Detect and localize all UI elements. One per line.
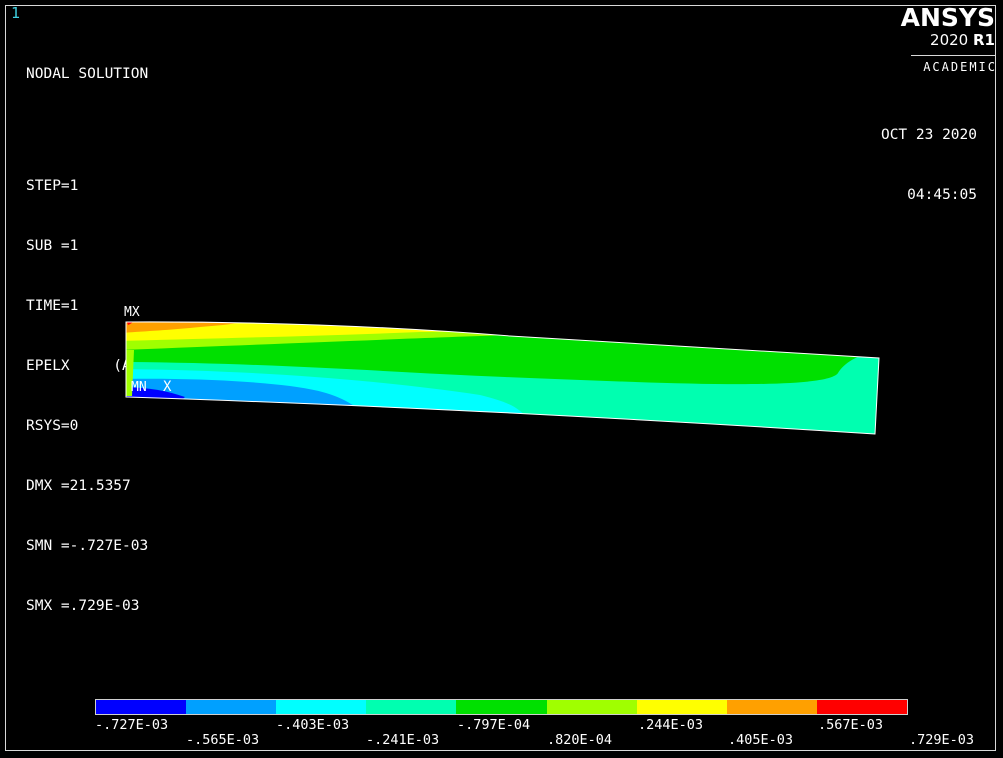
legend-swatch [186,700,277,714]
legend-label: .244E-03 [638,717,704,733]
legend-swatch [456,700,547,714]
contour-legend-bar [95,699,908,715]
legend-swatch [276,700,367,714]
legend-label: -.565E-03 [186,732,260,748]
graphics-window[interactable]: 1 NODAL SOLUTION STEP=1 SUB =1 TIME=1 EP… [0,0,1003,758]
legend-swatch [366,700,457,714]
legend-label: -.797E-04 [457,717,531,733]
legend-swatch [96,700,187,714]
legend-label: -.727E-03 [95,717,169,733]
legend-label: -.403E-03 [276,717,350,733]
legend-label: -.241E-03 [366,732,440,748]
band-blue [126,387,185,434]
contour-plot[interactable]: MX MN X [0,0,1003,758]
min-marker: MN [131,380,147,395]
x-axis-marker: X [163,379,172,395]
legend-label: .567E-03 [818,717,884,733]
legend-label: .405E-03 [728,732,794,748]
band-yellow [126,321,879,341]
legend-swatch [816,700,907,714]
legend-label: .820E-04 [547,732,613,748]
legend-swatch [726,700,817,714]
max-marker: MX [124,305,140,320]
legend-swatch [546,700,637,714]
legend-label: .729E-03 [909,732,975,748]
legend-swatch [636,700,727,714]
